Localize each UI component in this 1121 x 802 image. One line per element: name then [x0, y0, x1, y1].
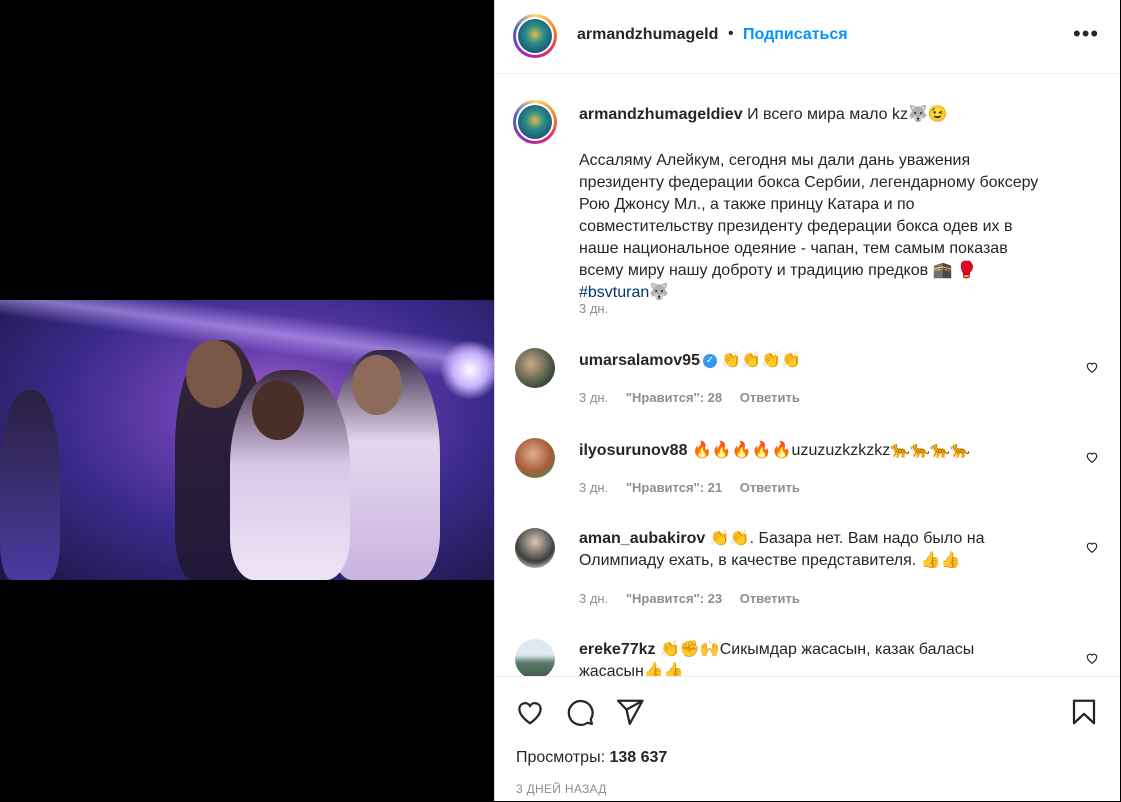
author-username[interactable]: armandzhumageld: [577, 26, 718, 44]
comments-list[interactable]: armandzhumageldiev И всего мира мало kz🐺…: [495, 74, 1120, 676]
comment-text: aman_aubakirov 👏👏. Базара нет. Вам надо …: [579, 528, 1039, 572]
heart-icon[interactable]: [1085, 651, 1099, 665]
heart-icon[interactable]: [1085, 540, 1099, 554]
head-right: [352, 355, 402, 415]
comment-likes[interactable]: "Нравится": 23: [626, 591, 722, 606]
comment-time: 3 дн.: [579, 480, 609, 495]
heart-icon[interactable]: [1085, 360, 1099, 374]
reply-button[interactable]: Ответить: [740, 591, 800, 606]
share-icon[interactable]: [615, 697, 645, 727]
caption-avatar[interactable]: [513, 100, 557, 144]
comment-username[interactable]: ilyosurunov88: [579, 442, 687, 459]
reply-button[interactable]: Ответить: [740, 390, 800, 405]
post-video[interactable]: [0, 300, 494, 580]
caption-body: Ассаляму Алейкум, сегодня мы дали дань у…: [579, 150, 1049, 304]
comment-username[interactable]: umarsalamov95: [579, 352, 700, 369]
follow-button[interactable]: Подписаться: [743, 26, 848, 44]
bookmark-icon[interactable]: [1069, 697, 1099, 727]
comment-avatar[interactable]: [515, 348, 555, 388]
heart-icon[interactable]: [515, 697, 545, 727]
post-timestamp: 3 ДНЕЙ НАЗАД: [516, 782, 607, 796]
more-icon[interactable]: •••: [1073, 23, 1099, 45]
post-header: armandzhumageld • Подписаться •••: [495, 0, 1120, 74]
comment-text: umarsalamov95 ✓ 👏👏👏👏: [579, 350, 1039, 372]
caption-body-text: Ассаляму Алейкум, сегодня мы дали дань у…: [579, 152, 1039, 279]
verified-badge-icon: ✓: [702, 353, 717, 368]
post-actions: Просмотры: 138 637 3 ДНЕЙ НАЗАД: [495, 676, 1120, 802]
caption-title-text: И всего мира мало kz🐺😉: [747, 106, 948, 123]
views-label: Просмотры:: [516, 749, 606, 766]
reply-button[interactable]: Ответить: [740, 480, 800, 495]
head-center: [252, 380, 304, 440]
comment-username[interactable]: ereke77kz: [579, 641, 656, 658]
caption-time: 3 дн.: [579, 301, 609, 316]
comment-body: 👏👏👏👏: [721, 352, 802, 369]
comment-avatar[interactable]: [515, 438, 555, 478]
caption-username[interactable]: armandzhumageldiev: [579, 106, 743, 123]
comment-meta: 3 дн. "Нравится": 28 Ответить: [579, 390, 814, 405]
comment-time: 3 дн.: [579, 390, 609, 405]
comment-avatar[interactable]: [515, 639, 555, 676]
post-side-panel: armandzhumageld • Подписаться ••• armand…: [494, 0, 1120, 801]
comment-time: 3 дн.: [579, 591, 609, 606]
comment-icon[interactable]: [565, 697, 595, 727]
comment-username[interactable]: aman_aubakirov: [579, 530, 705, 547]
head-left: [186, 340, 242, 408]
caption-hashtag[interactable]: #bsvturan: [579, 284, 649, 301]
caption-tag-suffix: 🐺: [649, 284, 670, 301]
author-avatar[interactable]: [513, 14, 557, 58]
post-media: [0, 0, 494, 801]
comment-text: ilyosurunov88 🔥🔥🔥🔥🔥uzuzuzkzkzkz🐆🐆🐆🐆: [579, 440, 1039, 462]
comment-text: ereke77kz 👏✊🙌Сикымдар жасасын, казак бал…: [579, 639, 1039, 676]
comment-meta: 3 дн. "Нравится": 21 Ответить: [579, 480, 814, 495]
comment-meta: 3 дн. "Нравится": 23 Ответить: [579, 591, 814, 606]
comment-likes[interactable]: "Нравится": 21: [626, 480, 722, 495]
heart-icon[interactable]: [1085, 450, 1099, 464]
views-count: Просмотры: 138 637: [516, 749, 667, 767]
arena-spotlight: [440, 340, 494, 400]
comment-avatar[interactable]: [515, 528, 555, 568]
comment-likes[interactable]: "Нравится": 28: [626, 390, 722, 405]
views-number: 138 637: [609, 749, 668, 766]
header-separator: •: [728, 25, 734, 42]
caption-title: armandzhumageldiev И всего мира мало kz🐺…: [579, 104, 1029, 126]
comment-body: 🔥🔥🔥🔥🔥uzuzuzkzkzkz🐆🐆🐆🐆: [691, 442, 970, 459]
background-person: [0, 390, 60, 580]
